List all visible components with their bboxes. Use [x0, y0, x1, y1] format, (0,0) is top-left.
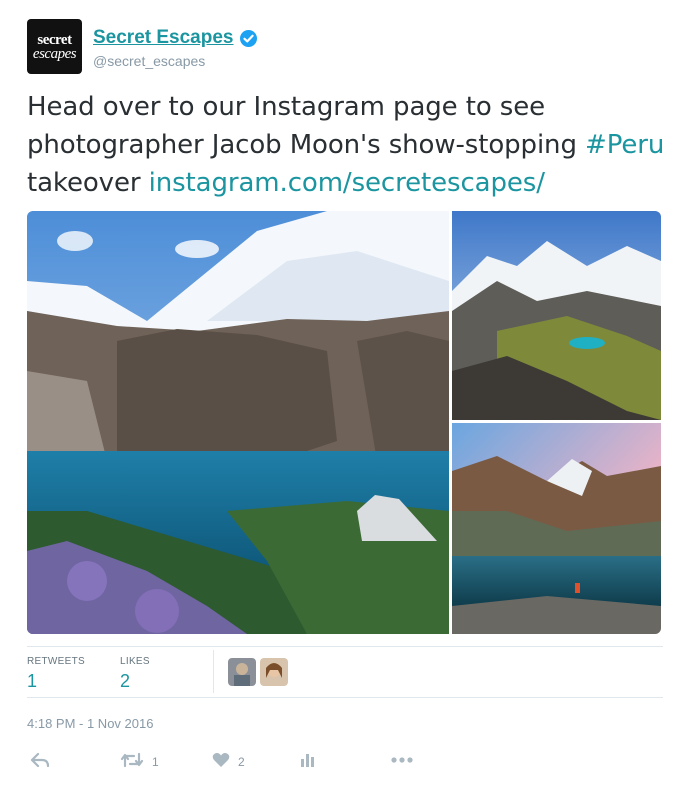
likes-label: LIKES: [120, 656, 150, 667]
avatar-line2: escapes: [32, 45, 77, 62]
photo-main[interactable]: [27, 211, 449, 634]
retweets-label: RETWEETS: [27, 656, 85, 667]
retweets-count[interactable]: 1: [27, 671, 85, 692]
reply-button[interactable]: [30, 752, 50, 771]
likes-count[interactable]: 2: [120, 671, 150, 692]
retweets-stat[interactable]: RETWEETS 1: [27, 656, 85, 692]
verified-icon: [239, 29, 257, 47]
more-icon: [390, 752, 414, 771]
tweet-text-part1: Head over to our Instagram page to see p…: [27, 92, 586, 160]
more-button[interactable]: [390, 752, 414, 771]
analytics-icon: [300, 752, 316, 771]
liker-avatar[interactable]: [260, 658, 288, 686]
tweet-text-part2: takeover: [27, 168, 149, 198]
retweet-button[interactable]: 1: [120, 752, 159, 771]
liker-avatar[interactable]: [228, 658, 256, 686]
tweet-text: Head over to our Instagram page to see p…: [27, 88, 667, 202]
account-handle[interactable]: @secret_escapes: [93, 53, 205, 69]
heart-icon: [212, 752, 230, 771]
media-grid: [27, 211, 661, 634]
account-name[interactable]: Secret Escapes: [93, 27, 234, 49]
hashtag-link[interactable]: #Peru: [585, 130, 664, 160]
divider: [27, 697, 663, 698]
url-link[interactable]: instagram.com/secretescapes/: [149, 168, 545, 198]
photo-bottom-right[interactable]: [452, 423, 661, 634]
avatar[interactable]: secret escapes: [27, 19, 82, 74]
like-count: 2: [238, 754, 245, 769]
avatar-line1: secret: [37, 31, 72, 48]
divider: [213, 650, 214, 693]
photo-top-right[interactable]: [452, 211, 661, 420]
reply-icon: [30, 752, 50, 771]
likes-stat[interactable]: LIKES 2: [120, 656, 150, 692]
divider: [27, 646, 663, 647]
like-button[interactable]: 2: [212, 752, 245, 771]
timestamp[interactable]: 4:18 PM - 1 Nov 2016: [27, 716, 153, 731]
analytics-button[interactable]: [300, 752, 316, 771]
retweet-count: 1: [152, 754, 159, 769]
retweet-icon: [120, 752, 144, 771]
